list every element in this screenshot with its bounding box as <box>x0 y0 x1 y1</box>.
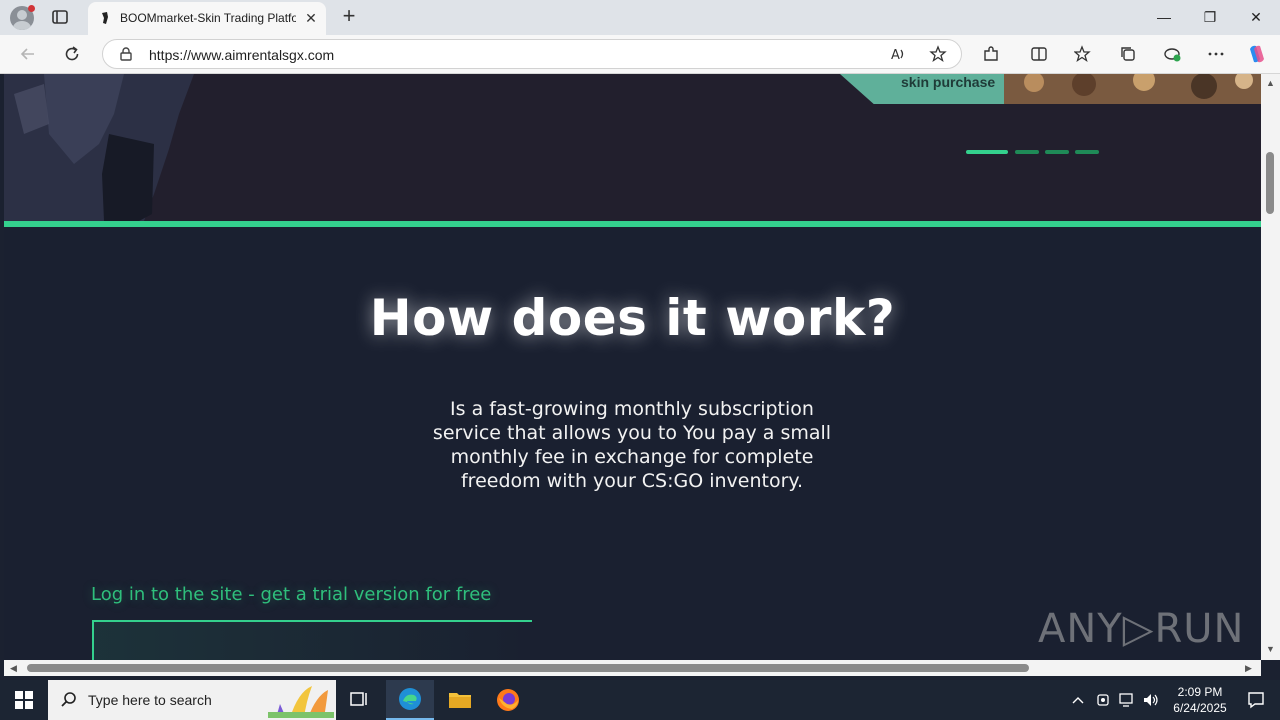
how-it-works-section: How does it work? Is a fast-growing mont… <box>4 227 1261 660</box>
tab-actions-icon[interactable] <box>50 7 70 27</box>
extensions-icon[interactable] <box>980 43 1002 65</box>
tray-device-icon[interactable] <box>1092 680 1114 720</box>
tulips-decoration-icon <box>268 686 334 718</box>
anyrun-watermark: ANY▷RUN <box>1038 606 1245 652</box>
minimize-button[interactable]: — <box>1141 0 1187 35</box>
firefox-icon[interactable] <box>484 680 532 720</box>
copilot-icon[interactable] <box>1246 43 1268 65</box>
scroll-left-icon[interactable]: ◀ <box>10 663 17 674</box>
profile-notification-badge <box>28 5 35 12</box>
carousel-dot-3[interactable] <box>1045 150 1069 154</box>
scroll-down-icon[interactable]: ▼ <box>1266 644 1275 654</box>
back-icon[interactable] <box>17 43 39 65</box>
clock[interactable]: 2:09 PM 6/24/2025 <box>1160 684 1240 716</box>
scroll-right-icon[interactable]: ▶ <box>1245 663 1252 674</box>
refresh-icon[interactable] <box>61 43 83 65</box>
site-favicon-icon <box>98 11 112 25</box>
restore-button[interactable]: ❐ <box>1187 0 1233 35</box>
trial-cta-link[interactable]: Log in to the site - get a trial version… <box>91 584 491 605</box>
horizontal-scrollbar[interactable]: ◀ ▶ <box>4 660 1261 676</box>
clock-date: 6/24/2025 <box>1173 701 1227 715</box>
volume-icon[interactable] <box>1140 680 1162 720</box>
clock-time: 2:09 PM <box>1177 685 1223 699</box>
search-icon <box>60 691 78 714</box>
active-tab[interactable]: BOOMmarket-Skin Trading Platfo ✕ <box>88 2 326 35</box>
settings-more-icon[interactable] <box>1205 43 1227 65</box>
vertical-scrollbar[interactable]: ▲ ▼ <box>1261 74 1280 660</box>
carousel-dot-2[interactable] <box>1015 150 1039 154</box>
split-screen-icon[interactable] <box>1028 43 1050 65</box>
address-bar[interactable]: https://www.aimrentalsgx.com A <box>102 39 962 69</box>
windows-start-icon[interactable] <box>0 680 48 720</box>
carousel-dot-4[interactable] <box>1075 150 1099 154</box>
horizontal-scroll-thumb[interactable] <box>27 664 1029 672</box>
trial-card[interactable] <box>92 620 532 660</box>
section-title: How does it work? <box>369 289 896 347</box>
browser-essentials-icon[interactable] <box>1161 43 1183 65</box>
carousel-dot-1[interactable] <box>966 150 1008 154</box>
promo-text: skin purchase <box>901 74 996 90</box>
favorite-star-icon[interactable] <box>927 43 949 65</box>
new-tab-button[interactable]: + <box>338 5 360 28</box>
file-explorer-icon[interactable] <box>436 680 484 720</box>
collections-icon[interactable] <box>1117 43 1139 65</box>
task-view-icon[interactable] <box>336 680 384 720</box>
page-viewport: skin purchase How does it work? Is a fas… <box>4 74 1261 660</box>
site-info-lock-icon[interactable] <box>115 43 137 65</box>
close-window-button[interactable]: ✕ <box>1233 0 1279 35</box>
characters-artwork-icon <box>1004 74 1261 104</box>
network-icon[interactable] <box>1116 680 1138 720</box>
edge-taskbar-icon[interactable] <box>386 680 434 720</box>
taskbar-search-box[interactable]: Type here to search <box>48 680 336 720</box>
scroll-up-icon[interactable]: ▲ <box>1266 78 1275 88</box>
soldier-artwork-icon <box>4 74 194 221</box>
browser-toolbar: https://www.aimrentalsgx.com A <box>0 35 1280 74</box>
hero-banner: skin purchase <box>4 74 1261 221</box>
tab-bar: BOOMmarket-Skin Trading Platfo ✕ + — ❐ ✕ <box>0 0 1280 35</box>
section-description: Is a fast-growing monthly subscription s… <box>432 398 832 492</box>
windows-taskbar: Type here to search 2:09 PM 6/24/2025 <box>0 680 1280 720</box>
search-placeholder: Type here to search <box>88 692 212 708</box>
url-text: https://www.aimrentalsgx.com <box>149 47 335 63</box>
tab-title: BOOMmarket-Skin Trading Platfo <box>120 11 296 25</box>
read-aloud-icon[interactable]: A <box>887 43 909 65</box>
favorites-icon[interactable] <box>1072 43 1094 65</box>
close-tab-icon[interactable]: ✕ <box>303 10 319 26</box>
vertical-scroll-thumb[interactable] <box>1266 152 1274 214</box>
svg-text:A: A <box>891 48 900 63</box>
notifications-icon[interactable] <box>1232 680 1280 720</box>
tray-chevron-up-icon[interactable] <box>1066 680 1090 720</box>
